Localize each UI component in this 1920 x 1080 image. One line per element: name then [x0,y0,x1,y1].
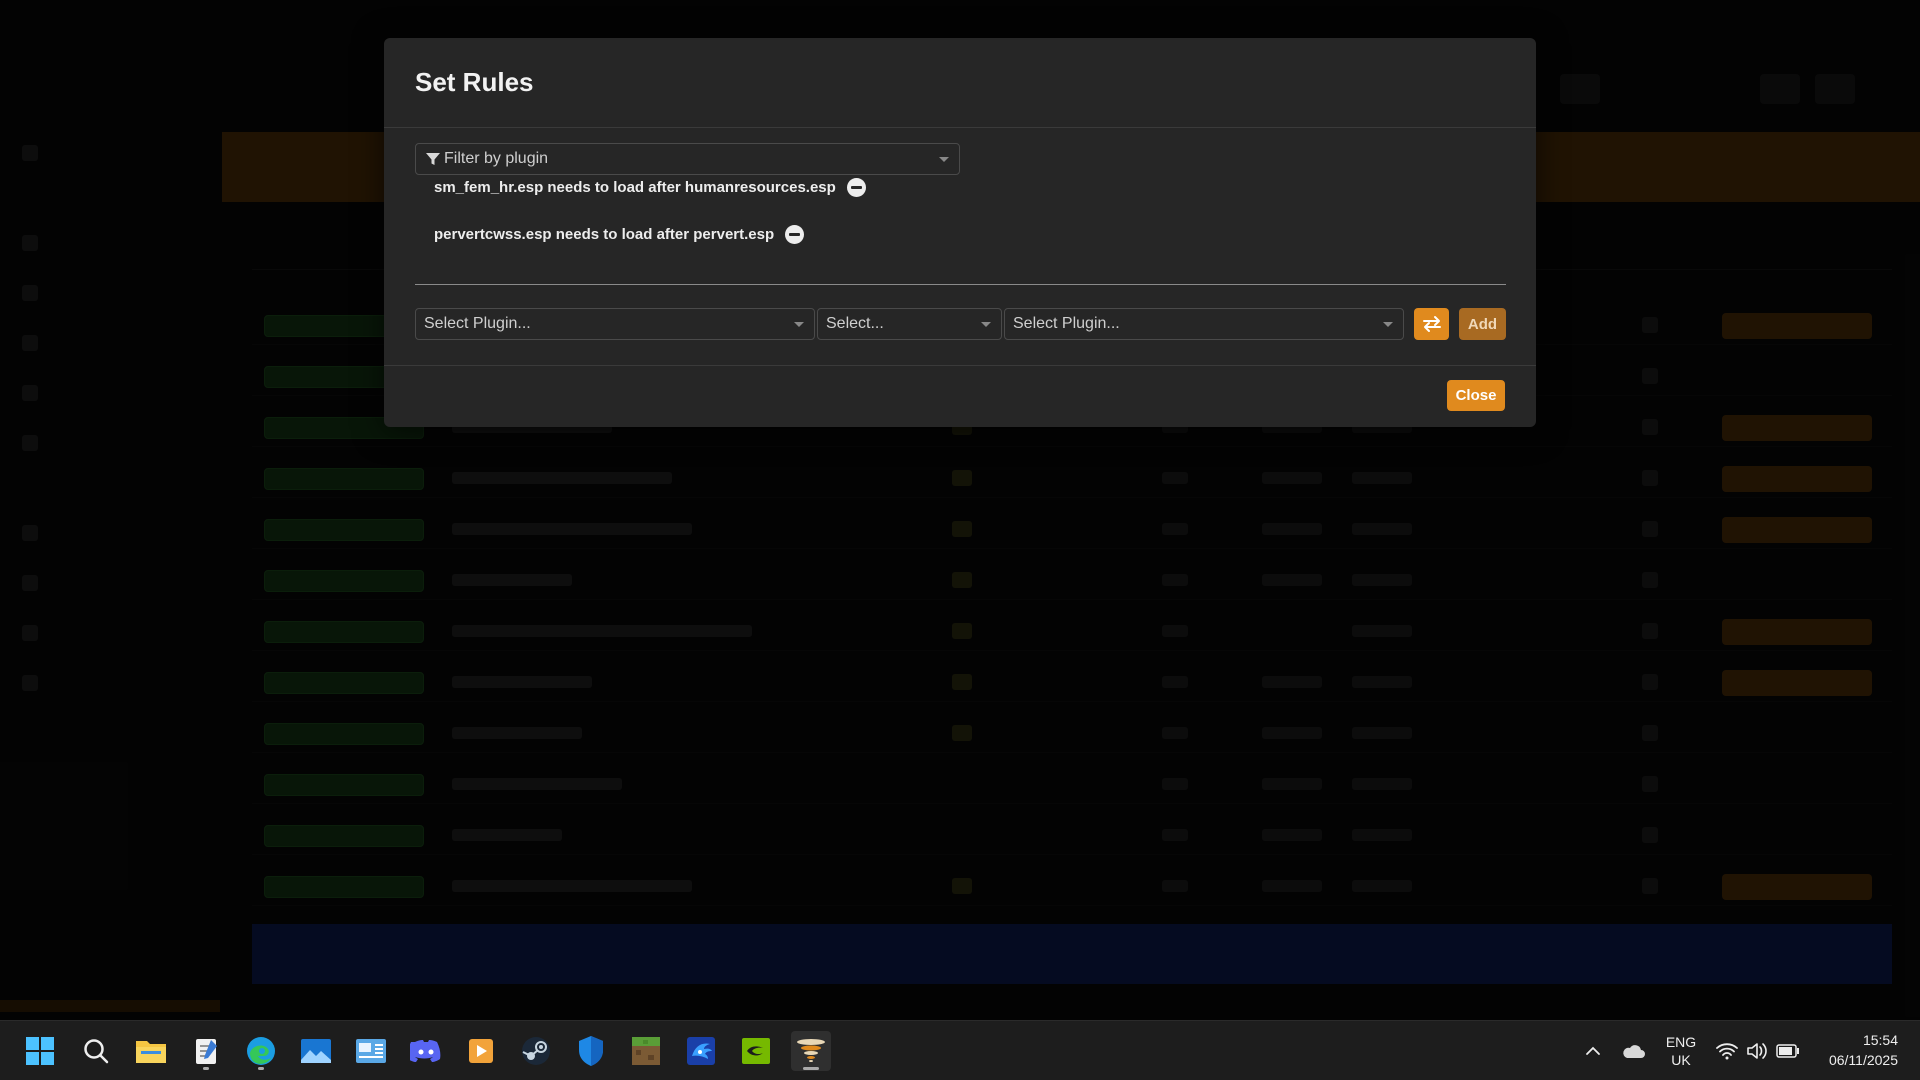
plugin-b-placeholder: Select Plugin... [1013,315,1120,332]
vortex-mod-manager-icon[interactable] [791,1031,831,1071]
chevron-down-icon [981,322,991,327]
language-region: UK [1671,1052,1691,1068]
file-explorer-icon[interactable] [131,1031,171,1071]
nvidia-icon[interactable] [736,1031,776,1071]
notepad-icon[interactable] [186,1031,226,1071]
dialog-footer: Close [384,366,1536,426]
discord-icon[interactable] [406,1031,446,1071]
swap-icon [1422,316,1441,332]
dialog-title: Set Rules [415,67,534,97]
battery-icon[interactable] [1774,1021,1802,1080]
filter-placeholder: Filter by plugin [444,150,549,167]
rule-text: pervertcwss.esp needs to load after perv… [434,226,775,243]
rule-item: sm_fem_hr.esp needs to load after humanr… [434,178,866,197]
dialog-body: Filter by plugin sm_fem_hr.esp needs to … [384,128,1536,366]
minecraft-icon[interactable] [626,1031,666,1071]
onedrive-cloud-icon[interactable] [1618,1021,1648,1080]
close-button[interactable]: Close [1447,380,1505,411]
rule-text: sm_fem_hr.esp needs to load after humanr… [434,179,836,196]
add-rule-button[interactable]: Add [1459,308,1506,340]
filter-icon [426,153,440,165]
rule-item: pervertcwss.esp needs to load after perv… [434,225,805,244]
media-player-icon[interactable] [461,1031,501,1071]
control-panel-icon[interactable] [351,1031,391,1071]
clock-time: 15:54 [1862,1032,1898,1048]
system-clock[interactable]: 15:54 06/11/2025 [1829,1030,1898,1070]
windows-defender-icon[interactable] [571,1031,611,1071]
windows-start-icon[interactable] [20,1031,60,1071]
volume-icon[interactable] [1744,1021,1770,1080]
plugin-b-select[interactable]: Select Plugin... [1004,308,1404,340]
remove-rule-icon[interactable] [785,225,805,244]
show-hidden-icons-chevron[interactable] [1578,1021,1608,1080]
filter-by-plugin-select[interactable]: Filter by plugin [415,143,960,175]
chevron-down-icon [939,157,949,162]
photos-icon[interactable] [296,1031,336,1071]
steam-icon[interactable] [516,1031,556,1071]
relation-placeholder: Select... [826,315,884,332]
set-rules-dialog: Set Rules Filter by plugin sm_fem_hr.esp… [384,38,1536,427]
remove-rule-icon[interactable] [846,178,866,197]
sonic-game-icon[interactable] [681,1031,721,1071]
chevron-down-icon [1383,322,1393,327]
swap-button[interactable] [1414,308,1449,340]
search-icon[interactable] [76,1031,116,1071]
chevron-down-icon [794,322,804,327]
edge-browser-icon[interactable] [241,1031,281,1071]
language-code: ENG [1665,1034,1697,1050]
clock-date: 06/11/2025 [1828,1052,1898,1068]
dialog-header: Set Rules [384,38,1536,128]
divider [415,284,1506,285]
plugin-a-select[interactable]: Select Plugin... [415,308,815,340]
plugin-a-placeholder: Select Plugin... [424,315,531,332]
taskbar: ENG UK 15:54 06/11/2025 [0,1020,1920,1080]
relation-select[interactable]: Select... [817,308,1002,340]
language-indicator[interactable]: ENG UK [1658,1021,1704,1080]
wifi-icon[interactable] [1714,1021,1740,1080]
